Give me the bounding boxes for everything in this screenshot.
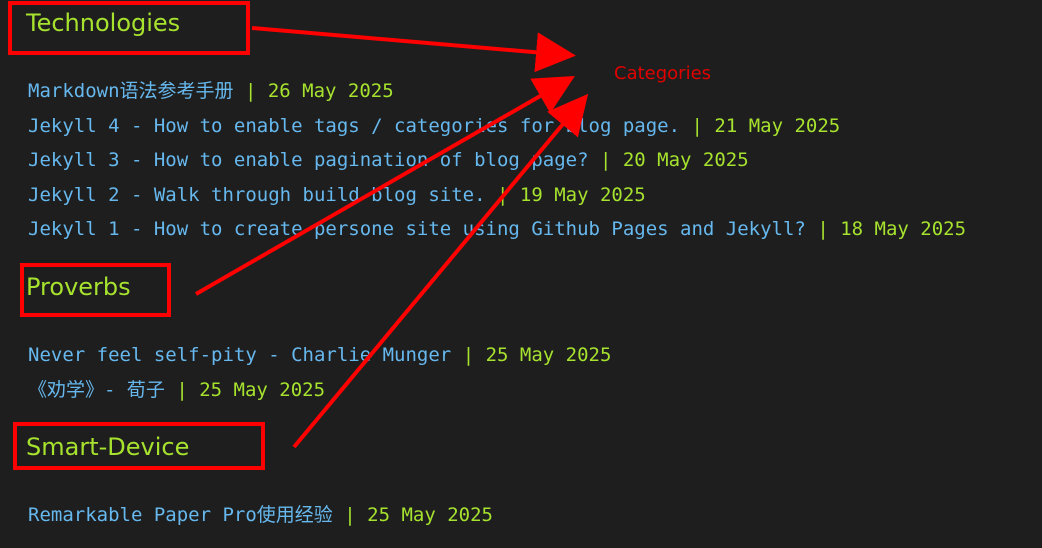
annotation-arrows <box>195 26 589 449</box>
arrow-technologies <box>251 26 576 73</box>
arrow-smart-device <box>292 93 589 449</box>
